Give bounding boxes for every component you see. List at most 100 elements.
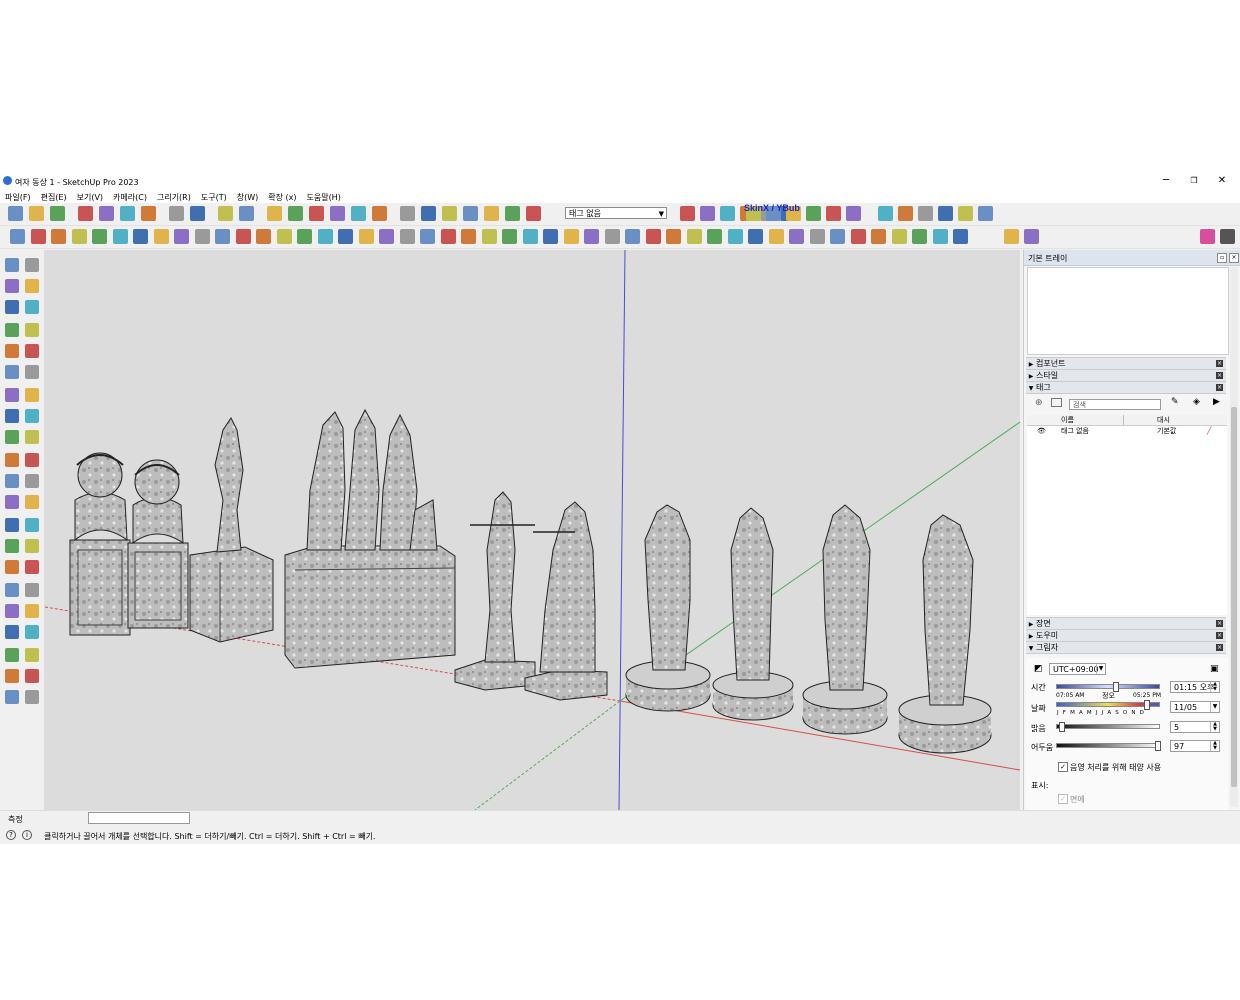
sun-shading-checkbox[interactable]: ✓ — [1058, 762, 1068, 772]
geo-pin-icon[interactable] — [978, 206, 993, 221]
layers-icon[interactable] — [5, 690, 19, 704]
extension-tool-icon-9[interactable] — [174, 229, 189, 244]
right-view-icon[interactable] — [330, 206, 345, 221]
zoom-window-icon[interactable] — [25, 583, 39, 597]
extension-tool-icon-45[interactable] — [912, 229, 927, 244]
xray-icon[interactable] — [400, 206, 415, 221]
extension-tool-icon-49[interactable] — [1024, 229, 1039, 244]
front-view-icon[interactable] — [309, 206, 324, 221]
extension-tool-icon-23[interactable] — [461, 229, 476, 244]
extension-tool-icon-42[interactable] — [850, 229, 866, 244]
redo-icon[interactable] — [190, 206, 205, 221]
minimize-button[interactable]: ─ — [1152, 174, 1180, 188]
tape-measure-icon[interactable] — [5, 495, 19, 509]
monochrome-icon[interactable] — [526, 206, 541, 221]
tray-scrollbar-thumb[interactable] — [1231, 407, 1237, 787]
light-slider-handle[interactable] — [1059, 722, 1065, 732]
previous-view-icon[interactable] — [25, 604, 39, 618]
select-icon[interactable] — [5, 258, 19, 272]
shaded-icon[interactable] — [484, 206, 499, 221]
extension-tool-icon-20[interactable] — [399, 229, 415, 244]
extension-tool-icon-27[interactable] — [543, 229, 558, 244]
rotate-icon[interactable] — [5, 453, 19, 467]
extension-tool-icon-38[interactable] — [768, 229, 784, 244]
extension-tool-icon-47[interactable] — [953, 229, 968, 244]
add-tag-folder-icon[interactable] — [1051, 398, 1062, 407]
extension-tool-icon-15[interactable] — [297, 229, 312, 244]
panel-close-icon[interactable]: × — [1216, 360, 1223, 367]
menu-edit[interactable]: 편집(E) — [36, 190, 72, 203]
menu-view[interactable]: 보기(V) — [72, 190, 108, 203]
extension-tool-icon-6[interactable] — [112, 229, 128, 244]
draped-statue[interactable] — [189, 417, 274, 643]
rewind-icon[interactable] — [938, 206, 953, 221]
extension-tool-icon-34[interactable] — [686, 229, 702, 244]
3d-text-icon[interactable] — [25, 539, 39, 553]
orbit-icon[interactable] — [5, 560, 19, 574]
undo-icon[interactable] — [169, 206, 184, 221]
date-slider-handle[interactable] — [1144, 700, 1150, 710]
extension-tool-icon-10[interactable] — [194, 229, 210, 244]
extension-tool-icon-5[interactable] — [92, 229, 107, 244]
polygon-icon[interactable] — [25, 365, 39, 379]
extension-tool-icon-12[interactable] — [235, 229, 251, 244]
line-icon[interactable] — [5, 323, 19, 337]
eraser-icon[interactable]: ◈ — [1193, 397, 1200, 407]
lasso-icon[interactable] — [25, 258, 39, 272]
extension-tool-icon-26[interactable] — [522, 229, 538, 244]
woman-statue-1[interactable] — [625, 504, 711, 712]
display-sections-icon[interactable] — [700, 206, 715, 221]
left-view-icon[interactable] — [372, 206, 387, 221]
save-icon[interactable] — [50, 206, 65, 221]
justice-statue-1[interactable] — [454, 491, 536, 691]
timezone-dropdown[interactable]: UTC+09:00 ▼ — [1049, 663, 1106, 675]
eye-icon[interactable]: 👁 — [1037, 426, 1046, 436]
time-value-input[interactable]: 01:15 오후 ▲ ▼ — [1170, 681, 1220, 693]
section-plane-icon[interactable] — [680, 206, 695, 221]
eraser-icon[interactable] — [25, 279, 39, 293]
dark-value-input[interactable]: 97 ▲ ▼ — [1170, 740, 1220, 752]
panel-close-icon[interactable]: × — [1216, 384, 1223, 391]
woman-statue-4[interactable] — [898, 514, 992, 754]
menu-window[interactable]: 창(W) — [232, 190, 264, 203]
extension-tool-icon-8[interactable] — [153, 229, 169, 244]
component-icon[interactable] — [5, 300, 19, 314]
extension-tool-icon-19[interactable] — [379, 229, 394, 244]
cut-icon[interactable] — [78, 206, 93, 221]
walk-icon[interactable] — [25, 625, 39, 639]
push-pull-icon[interactable] — [25, 430, 39, 444]
scale-icon[interactable] — [5, 474, 19, 488]
bust-statue-2[interactable] — [127, 459, 189, 629]
dynamic-component-icon[interactable] — [958, 206, 973, 221]
freehand-icon[interactable] — [25, 323, 39, 337]
extension-tool-icon-28[interactable] — [563, 229, 579, 244]
extension-tool-icon-16[interactable] — [317, 229, 333, 244]
two-point-arc-icon[interactable] — [5, 409, 19, 423]
extension-tool-icon-37[interactable] — [748, 229, 763, 244]
textured-icon[interactable] — [505, 206, 520, 221]
rotated-rect-icon[interactable] — [25, 344, 39, 358]
extension-tool-icon-35[interactable] — [707, 229, 722, 244]
panel-close-icon[interactable]: × — [1216, 632, 1223, 639]
open-folder-icon[interactable] — [29, 206, 44, 221]
model-info-icon[interactable] — [239, 206, 254, 221]
tag-color-icon[interactable]: ╱ — [1207, 426, 1211, 436]
tray-scrollbar[interactable] — [1230, 267, 1238, 807]
play-icon[interactable] — [806, 206, 821, 221]
new-file-icon[interactable] — [8, 206, 23, 221]
circle-icon[interactable] — [5, 365, 19, 379]
zoom-icon[interactable] — [5, 583, 19, 597]
extension-tool-icon-43[interactable] — [871, 229, 886, 244]
pie-icon[interactable] — [25, 388, 39, 402]
hidden-line-icon[interactable] — [463, 206, 478, 221]
extension-tool-icon-7[interactable] — [133, 229, 148, 244]
tag-row[interactable]: 👁 태그 없음 기본값 ╱ — [1027, 426, 1227, 436]
extension-tool-icon-39[interactable] — [789, 229, 804, 244]
delete-icon[interactable] — [141, 206, 156, 221]
sandbox-icon[interactable] — [5, 669, 19, 683]
panel-close-icon[interactable]: × — [1216, 644, 1223, 651]
top-view-icon[interactable] — [288, 206, 303, 221]
extension-tool-icon-48[interactable] — [1003, 229, 1019, 244]
extension-tool-icon-46[interactable] — [932, 229, 948, 244]
tray-close-icon[interactable]: × — [1229, 253, 1239, 263]
